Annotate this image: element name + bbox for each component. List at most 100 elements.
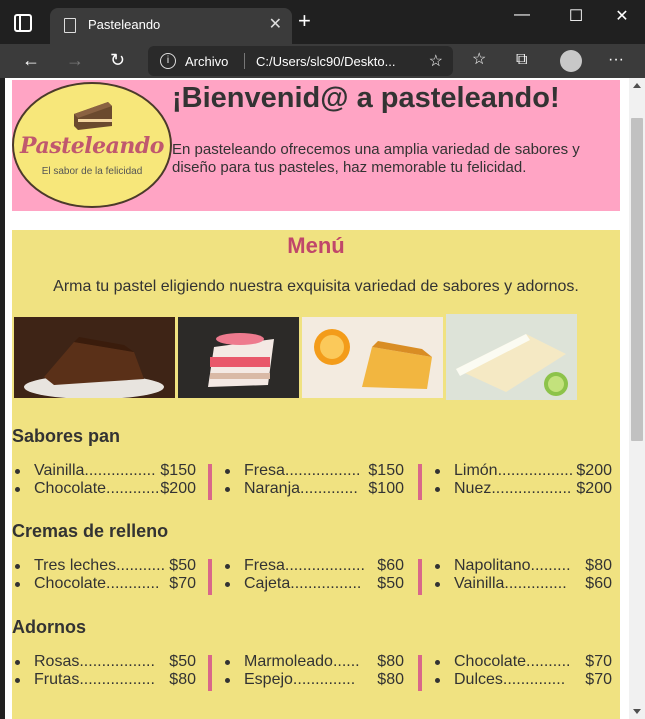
item-name: Dulces xyxy=(454,671,503,688)
collections-icon[interactable]: ⧉ xyxy=(516,49,527,71)
item-dots: .............. xyxy=(292,671,356,688)
item-name: Chocolate xyxy=(34,480,107,497)
item-price: $200 xyxy=(576,462,612,479)
price-list: Limón................. $200 Nuez..........… xyxy=(432,462,612,498)
item-price: $70 xyxy=(585,671,612,688)
price-list: Marmoleado...... $80 Espejo.............. $… xyxy=(222,653,404,689)
strawberry-cake-photo xyxy=(178,317,299,398)
item-name: Fresa xyxy=(244,557,285,574)
tab-pasteleando[interactable]: Pasteleando ✕ xyxy=(50,8,292,44)
item-name: Frutas xyxy=(34,671,80,688)
list-item: Fresa................. $150 xyxy=(222,462,404,480)
info-icon[interactable]: i xyxy=(160,53,176,69)
item-name: Chocolate xyxy=(34,575,107,592)
item-dots: ................ xyxy=(84,462,156,479)
list-item: Frutas................. $80 xyxy=(12,671,196,689)
logo-tagline: El sabor de la felicidad xyxy=(41,166,143,177)
tab-bar: Pasteleando ✕ + — ☐ ✕ xyxy=(0,0,645,44)
profile-avatar[interactable] xyxy=(560,50,582,72)
list-item: Chocolate............ $200 xyxy=(12,480,196,498)
section-title: Adornos xyxy=(12,617,86,637)
list-item: Nuez.................. $200 xyxy=(432,480,612,498)
chocolate-cake-photo xyxy=(14,317,175,398)
list-item: Marmoleado...... $80 xyxy=(222,653,404,671)
item-price: $80 xyxy=(377,671,404,688)
item-price: $60 xyxy=(585,575,612,592)
column-divider xyxy=(418,559,422,595)
item-dots: .............. xyxy=(502,671,566,688)
item-dots: ........... xyxy=(116,557,166,574)
menu-title: Menú xyxy=(287,233,345,258)
item-name: Rosas xyxy=(34,653,80,670)
browser-toolbar: ← → ↻ i Archivo C:/Users/slc90/Deskto...… xyxy=(0,44,645,78)
column-divider xyxy=(418,655,422,691)
tab-actions-icon[interactable] xyxy=(14,14,32,32)
list-item: Fresa.................. $60 xyxy=(222,557,404,575)
item-dots: ................. xyxy=(79,653,155,670)
scroll-down-arrow-icon[interactable] xyxy=(633,709,641,714)
intro-text: En pasteleando ofrecemos una amplia vari… xyxy=(172,141,580,176)
document-icon xyxy=(64,18,76,33)
item-dots: ............. xyxy=(300,480,358,497)
item-price: $150 xyxy=(368,462,404,479)
logo-name: Pasteleando xyxy=(20,133,164,159)
column-divider xyxy=(208,655,212,691)
item-price: $80 xyxy=(169,671,196,688)
price-list: Fresa................. $150 Naranja.......… xyxy=(222,462,404,498)
maximize-button[interactable]: ☐ xyxy=(556,6,596,26)
list-item: Cajeta................ $50 xyxy=(222,575,404,593)
item-dots: .................. xyxy=(284,557,365,574)
menu-section: Menú Arma tu pastel eligiendo nuestra ex… xyxy=(12,230,620,719)
back-button[interactable]: ← xyxy=(22,49,40,71)
vertical-scrollbar[interactable] xyxy=(629,78,645,719)
item-name: Vainilla xyxy=(454,575,505,592)
list-item: Naranja............. $100 xyxy=(222,480,404,498)
item-dots: ................ xyxy=(290,575,362,592)
item-price: $100 xyxy=(368,480,404,497)
item-name: Vainilla xyxy=(34,462,85,479)
list-item: Limón................. $200 xyxy=(432,462,612,480)
price-list: Rosas................. $50 Frutas.........… xyxy=(12,653,196,689)
pasteleando-logo: Pasteleando El sabor de la felicidad xyxy=(12,82,172,208)
list-item: Rosas................. $50 xyxy=(12,653,196,671)
item-name: Nuez xyxy=(454,480,492,497)
item-dots: ......... xyxy=(530,557,571,574)
list-item: Vainilla................ $150 xyxy=(12,462,196,480)
item-price: $50 xyxy=(169,557,196,574)
close-window-button[interactable]: ✕ xyxy=(602,6,642,26)
scrollbar-thumb[interactable] xyxy=(631,118,643,441)
list-item: Vainilla.............. $60 xyxy=(432,575,612,593)
address-bar[interactable]: i Archivo C:/Users/slc90/Deskto... ☆ xyxy=(148,46,453,76)
favorites-icon[interactable]: ☆ xyxy=(472,49,486,71)
list-item: Espejo.............. $80 xyxy=(222,671,404,689)
scroll-up-arrow-icon[interactable] xyxy=(633,83,641,88)
item-dots: .............. xyxy=(504,575,567,592)
new-tab-button[interactable]: + xyxy=(298,10,311,32)
add-favorite-icon[interactable]: ☆ xyxy=(429,51,443,71)
column-divider xyxy=(208,464,212,500)
address-label: Archivo xyxy=(185,54,229,69)
address-url[interactable]: C:/Users/slc90/Deskto... xyxy=(256,54,395,69)
item-dots: ............ xyxy=(106,480,160,497)
orange-cake-photo xyxy=(302,317,443,398)
settings-menu-button[interactable]: ··· xyxy=(608,49,624,71)
reload-button[interactable]: ↻ xyxy=(110,49,125,71)
item-price: $70 xyxy=(585,653,612,670)
forward-button[interactable]: → xyxy=(66,49,84,71)
price-list: Tres leches........... $50 Chocolate......… xyxy=(12,557,196,593)
list-item: Chocolate.......... $70 xyxy=(432,653,612,671)
price-list: Fresa.................. $60 Cajeta........… xyxy=(222,557,404,593)
tab-close-icon[interactable]: ✕ xyxy=(269,14,282,34)
minimize-button[interactable]: — xyxy=(502,6,542,24)
item-dots: ................. xyxy=(79,671,155,688)
item-name: Tres leches xyxy=(34,557,117,574)
list-item: Chocolate............ $70 xyxy=(12,575,196,593)
item-price: $200 xyxy=(576,480,612,497)
price-list: Vainilla................ $150 Chocolate...… xyxy=(12,462,196,498)
column-divider xyxy=(208,559,212,595)
item-price: $50 xyxy=(169,653,196,670)
address-divider xyxy=(244,53,245,69)
item-dots: ................. xyxy=(497,462,574,479)
item-dots: ................. xyxy=(284,462,361,479)
item-price: $80 xyxy=(585,557,612,574)
